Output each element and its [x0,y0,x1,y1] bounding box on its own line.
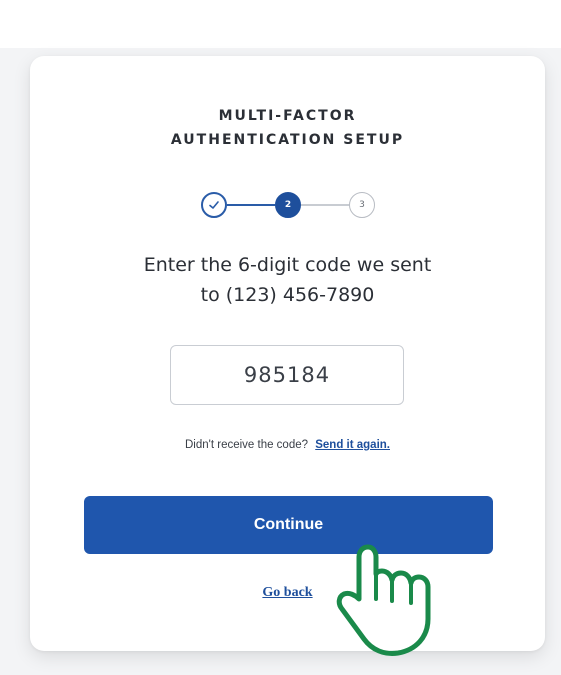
step-2-current: 2 [275,192,301,218]
instruction-line-2: to (123) 456-7890 [200,284,375,306]
title-line-1: MULTI-FACTOR [218,108,357,124]
continue-button[interactable]: Continue [84,496,493,554]
instruction-text: Enter the 6-digit code we sent to (123) … [30,250,545,310]
pointer-hand-icon [336,544,431,656]
go-back-link[interactable]: Go back [262,585,312,600]
check-icon [209,201,219,209]
verification-code-input[interactable] [170,345,404,405]
go-back-row: Go back [30,585,545,601]
page-title: MULTI-FACTOR AUTHENTICATION SETUP [30,104,545,152]
top-strip [0,0,561,48]
instruction-line-1: Enter the 6-digit code we sent [143,254,432,276]
page-background: MULTI-FACTOR AUTHENTICATION SETUP 2 3 En… [0,0,561,675]
step-3-upcoming: 3 [349,192,375,218]
mfa-setup-card: MULTI-FACTOR AUTHENTICATION SETUP 2 3 En… [30,56,545,656]
send-again-link[interactable]: Send it again. [315,439,390,451]
title-line-2: AUTHENTICATION SETUP [170,132,405,148]
step-1-complete [201,192,227,218]
resend-row: Didn't receive the code? Send it again. [30,439,545,451]
stepper-connector-upcoming [301,204,349,206]
resend-prompt: Didn't receive the code? [185,439,309,451]
progress-stepper: 2 3 [201,192,377,220]
stepper-connector-complete [227,204,275,206]
